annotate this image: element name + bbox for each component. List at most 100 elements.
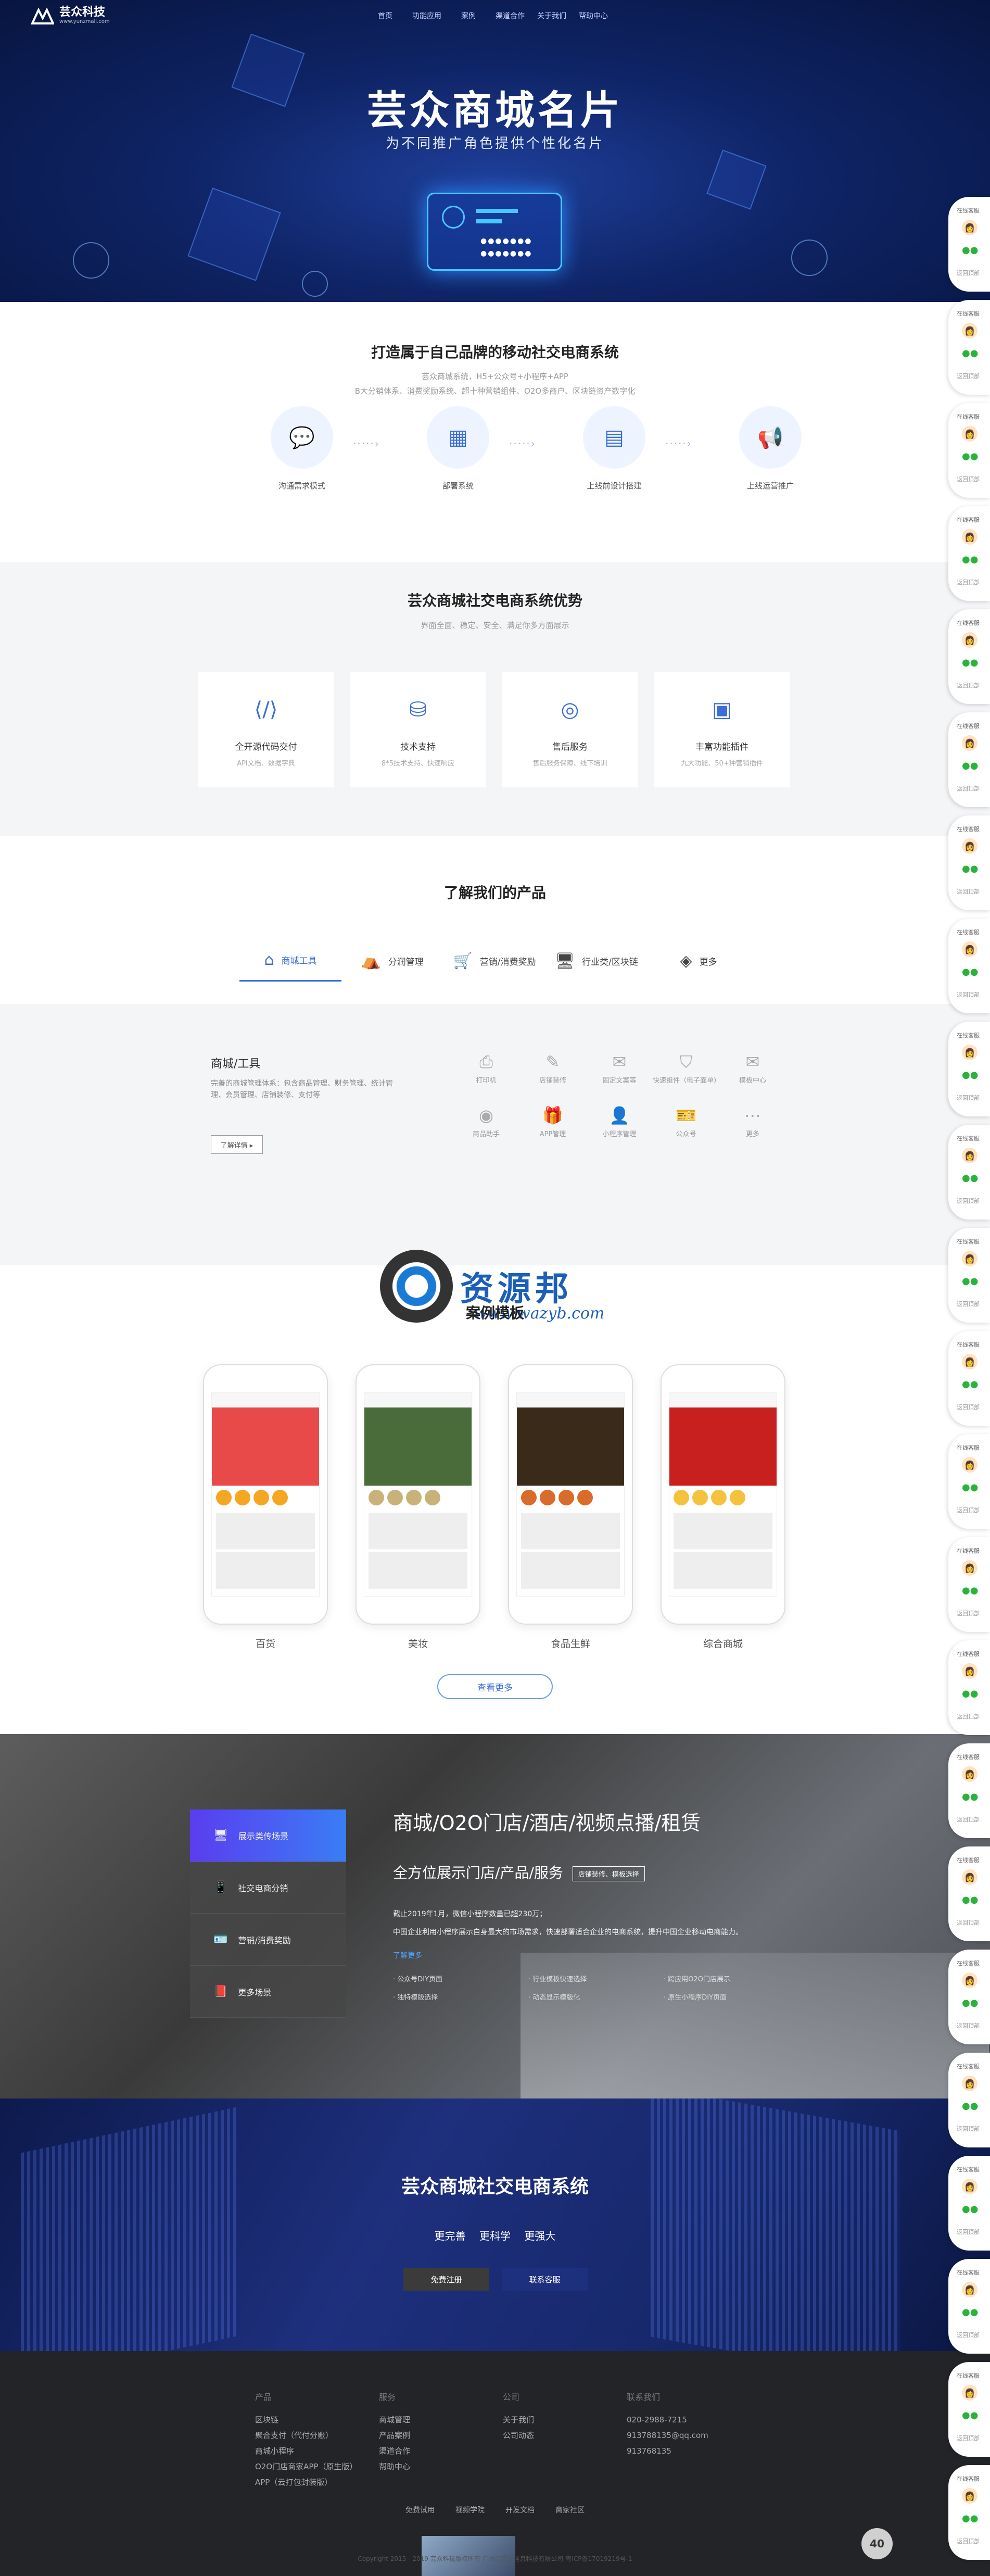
wechat-icon[interactable]: ●● [962,554,978,565]
online-service-label[interactable]: 在线客服 [957,1031,980,1039]
nav-item-features[interactable]: 功能应用 [406,10,448,21]
back-to-top-link[interactable]: 返回顶部 [957,2125,980,2133]
online-service-label[interactable]: 在线客服 [957,2062,980,2070]
agent-avatar-icon[interactable]: 👩 [962,1457,978,1473]
wechat-icon[interactable]: ●● [962,348,978,359]
online-service-label[interactable]: 在线客服 [957,1959,980,1967]
adv-card[interactable]: ⟨/⟩ 全开源代码交付 API文档、数据字典 [198,672,334,787]
agent-avatar-icon[interactable]: 👩 [962,1663,978,1679]
online-service-label[interactable]: 在线客服 [957,2165,980,2173]
adv-card[interactable]: ▣ 丰富功能插件 九大功能、50+种营销插件 [654,672,790,787]
wechat-icon[interactable]: ●● [962,2410,978,2421]
back-to-top-link[interactable]: 返回顶部 [957,990,980,999]
register-button[interactable]: 免费注册 [403,2268,489,2291]
wechat-icon[interactable]: ●● [962,966,978,977]
scenario-tag[interactable]: 店铺装修、模板选择 [572,1866,645,1881]
wechat-icon[interactable]: ●● [962,2307,978,2318]
template-card[interactable]: 食品生鲜 [508,1364,633,1650]
back-to-top-link[interactable]: 返回顶部 [957,578,980,586]
learn-more-button[interactable]: 了解详情 ▸ [211,1135,263,1154]
scenario-item[interactable]: 📕 更多场景 [190,1966,346,2018]
agent-avatar-icon[interactable]: 👩 [962,941,978,957]
scenario-learn-more-link[interactable]: 了解更多 [393,1950,422,1961]
agent-avatar-icon[interactable]: 👩 [962,1045,978,1060]
agent-avatar-icon[interactable]: 👩 [962,1560,978,1576]
back-to-top-link[interactable]: 返回顶部 [957,1300,980,1308]
brand-logo[interactable]: 芸众科技 www.yunzmall.com [31,6,110,24]
agent-avatar-icon[interactable]: 👩 [962,1354,978,1369]
wechat-icon[interactable]: ●● [962,1173,978,1184]
back-to-top-link[interactable]: 返回顶部 [957,784,980,793]
back-to-top-link[interactable]: 返回顶部 [957,1609,980,1617]
agent-avatar-icon[interactable]: 👩 [962,426,978,442]
back-to-top-link[interactable]: 返回顶部 [957,2331,980,2339]
tab-shop-tools[interactable]: ⌂ 商城工具 [239,940,341,982]
online-service-label[interactable]: 在线客服 [957,412,980,421]
agent-avatar-icon[interactable]: 👩 [962,735,978,751]
agent-avatar-icon[interactable]: 👩 [962,1972,978,1988]
tool-item[interactable]: 🎁 APP管理 [519,1105,586,1138]
adv-card[interactable]: ◎ 售后服务 售后服务保障、线下培训 [502,672,638,787]
online-service-label[interactable]: 在线客服 [957,1753,980,1761]
agent-avatar-icon[interactable]: 👩 [962,2282,978,2297]
footer-link[interactable]: 关于我们 [503,2412,627,2428]
nav-item-home[interactable]: 首页 [364,10,406,21]
back-to-top-link[interactable]: 返回顶部 [957,475,980,483]
template-card[interactable]: 美妆 [356,1364,480,1650]
agent-avatar-icon[interactable]: 👩 [962,838,978,854]
agent-avatar-icon[interactable]: 👩 [962,2488,978,2504]
wechat-icon[interactable]: ●● [962,245,978,256]
footer-link[interactable]: 聚合支付（代付分账） [255,2428,379,2443]
tab-industry[interactable]: 🖥 行业类/区块链 [545,940,648,982]
footer-link[interactable]: 公司动态 [503,2428,627,2443]
online-service-label[interactable]: 在线客服 [957,2371,980,2380]
back-to-top-link[interactable]: 返回顶部 [957,2434,980,2442]
footer-link[interactable]: 免费试用 [405,2505,435,2515]
back-to-top-link[interactable]: 返回顶部 [957,1918,980,1927]
agent-avatar-icon[interactable]: 👩 [962,529,978,545]
tool-item[interactable]: ⋯ 更多 [719,1105,786,1138]
online-service-label[interactable]: 在线客服 [957,619,980,627]
online-service-label[interactable]: 在线客服 [957,1650,980,1658]
back-to-top-link[interactable]: 返回顶部 [957,1094,980,1102]
agent-avatar-icon[interactable]: 👩 [962,1251,978,1266]
contact-button[interactable]: 联系客服 [502,2268,588,2291]
wechat-icon[interactable]: ●● [962,1070,978,1080]
back-to-top-link[interactable]: 返回顶部 [957,887,980,896]
back-to-top-link[interactable]: 返回顶部 [957,1712,980,1720]
wechat-icon[interactable]: ●● [962,1688,978,1699]
nav-item-cases[interactable]: 案例 [448,10,489,21]
tool-item[interactable]: ✎ 店铺装修 [519,1052,586,1085]
nav-item-about[interactable]: 关于我们 [531,10,573,21]
online-service-label[interactable]: 在线客服 [957,2474,980,2483]
agent-avatar-icon[interactable]: 👩 [962,2076,978,2091]
scroll-badge[interactable]: 40 [861,2528,893,2559]
tab-profit[interactable]: ⛺ 分润管理 [341,940,443,982]
wechat-icon[interactable]: ●● [962,2101,978,2112]
agent-avatar-icon[interactable]: 👩 [962,323,978,338]
tool-item[interactable]: ◉ 商品助手 [453,1105,519,1138]
nav-item-partners[interactable]: 渠道合作 [489,10,531,21]
wechat-icon[interactable]: ●● [962,1379,978,1390]
online-service-label[interactable]: 在线客服 [957,309,980,318]
adv-card[interactable]: ⛁ 技术支持 8*5技术支持、快速响应 [350,672,486,787]
online-service-label[interactable]: 在线客服 [957,1856,980,1864]
back-to-top-link[interactable]: 返回顶部 [957,269,980,277]
tool-item[interactable]: ✉ 固定文案等 [586,1052,653,1085]
wechat-icon[interactable]: ●● [962,1894,978,1905]
agent-avatar-icon[interactable]: 👩 [962,632,978,648]
footer-link[interactable]: 视频学院 [455,2505,485,2515]
online-service-label[interactable]: 在线客服 [957,2268,980,2277]
wechat-icon[interactable]: ●● [962,1482,978,1493]
scenario-item[interactable]: 🖥 展示类传场景 [190,1810,346,1862]
back-to-top-link[interactable]: 返回顶部 [957,2537,980,2545]
agent-avatar-icon[interactable]: 👩 [962,2179,978,2194]
footer-link[interactable]: 商家社区 [555,2505,585,2515]
view-more-button[interactable]: 查看更多 [437,1674,553,1699]
template-card[interactable]: 综合商城 [661,1364,785,1650]
agent-avatar-icon[interactable]: 👩 [962,2385,978,2401]
footer-link[interactable]: 商城小程序 [255,2443,379,2459]
tool-item[interactable]: ⎙ 打印机 [453,1052,519,1085]
tool-item[interactable]: 👤 小程序管理 [586,1105,653,1138]
tab-more[interactable]: ◈ 更多 [648,940,750,982]
